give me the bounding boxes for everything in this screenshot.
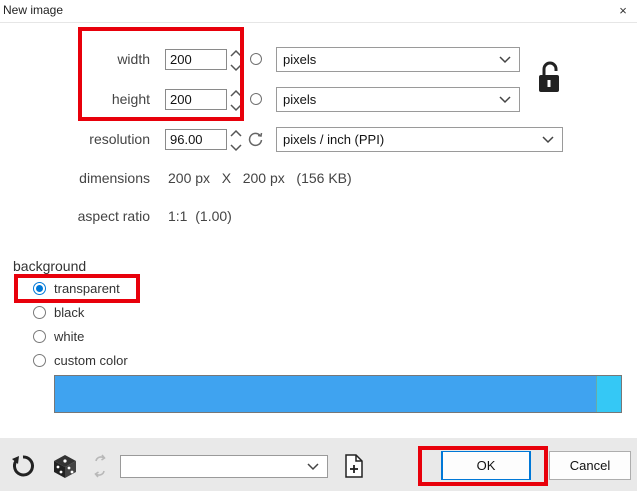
dice-random-icon[interactable]	[51, 452, 79, 480]
radio-white[interactable]	[33, 330, 46, 343]
resolution-spinner[interactable]	[229, 126, 243, 156]
unlocked-padlock-icon[interactable]	[536, 61, 562, 95]
highlight-box-size	[78, 27, 244, 121]
preset-select[interactable]	[120, 455, 328, 478]
resolution-input[interactable]: 96.00	[165, 129, 227, 150]
chevron-down-icon	[307, 463, 319, 471]
height-unit-select[interactable]: pixels	[276, 87, 520, 112]
resolution-unit-value: pixels / inch (PPI)	[283, 132, 385, 147]
chevron-down-icon	[499, 96, 511, 104]
chevron-down-icon	[542, 136, 554, 144]
width-unit-value: pixels	[283, 52, 317, 67]
cancel-button[interactable]: Cancel	[549, 451, 631, 480]
custom-color-swatch[interactable]	[54, 375, 622, 413]
height-unit-value: pixels	[283, 92, 317, 107]
aspect-ratio-label: aspect ratio	[77, 208, 150, 224]
width-link-toggle[interactable]	[250, 53, 262, 65]
aspect-ratio-value: 1:1 (1.00)	[168, 208, 232, 224]
resolution-unit-select[interactable]: pixels / inch (PPI)	[276, 127, 563, 152]
highlight-box-ok	[418, 446, 548, 486]
close-icon[interactable]: ×	[612, 0, 634, 22]
radio-label-white[interactable]: white	[54, 329, 84, 344]
resolution-label: resolution	[89, 131, 150, 147]
chevron-down-icon	[499, 56, 511, 64]
background-heading: background	[13, 258, 87, 274]
swatch-alpha-strip[interactable]	[596, 376, 621, 412]
radio-label-custom-color[interactable]: custom color	[54, 353, 128, 368]
highlight-box-transparent	[14, 274, 140, 303]
window-title: New image	[3, 3, 64, 17]
reset-resolution-icon[interactable]	[248, 131, 264, 147]
add-preset-icon[interactable]	[344, 453, 364, 479]
radio-label-black[interactable]: black	[54, 305, 84, 320]
width-unit-select[interactable]: pixels	[276, 47, 520, 72]
radio-black[interactable]	[33, 306, 46, 319]
swap-dimensions-icon[interactable]	[91, 452, 109, 480]
height-link-toggle[interactable]	[250, 93, 262, 105]
dimensions-value: 200 px X 200 px (156 KB)	[168, 170, 352, 186]
title-bar	[0, 0, 637, 22]
reset-icon[interactable]	[10, 453, 36, 479]
dimensions-label: dimensions	[79, 170, 150, 186]
radio-custom-color[interactable]	[33, 354, 46, 367]
title-divider	[0, 22, 637, 23]
